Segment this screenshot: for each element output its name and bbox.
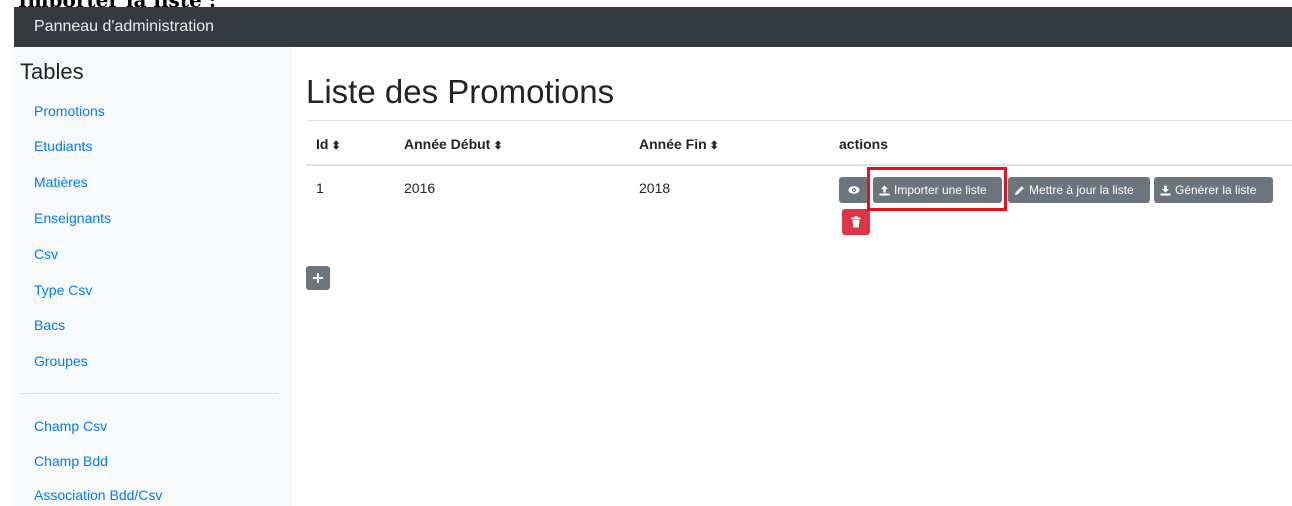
update-list-label: Mettre à jour la liste (1029, 183, 1134, 197)
page-title: Liste des Promotions (306, 73, 615, 110)
column-header-actions: actions (839, 136, 889, 152)
delete-button[interactable] (842, 209, 870, 235)
update-list-button[interactable]: Mettre à jour la liste (1008, 177, 1150, 203)
sidebar-item-bacs[interactable]: Bacs (34, 317, 65, 333)
sort-icon: ⬍ (331, 140, 341, 152)
sidebar-divider (20, 393, 278, 394)
generate-list-label: Générer la liste (1175, 183, 1257, 197)
highlight-box (867, 167, 1007, 211)
plus-icon (313, 273, 323, 283)
sort-icon: ⬍ (709, 140, 719, 152)
sidebar-item-etudiants[interactable]: Etudiants (34, 138, 92, 154)
sidebar-item-matieres[interactable]: Matières (34, 174, 88, 190)
add-promotion-button[interactable] (306, 266, 330, 290)
sidebar-item-csv[interactable]: Csv (34, 246, 58, 262)
cell-start-year: 2016 (404, 180, 436, 196)
top-navbar: Panneau d'administration (14, 7, 1292, 47)
eye-icon (848, 186, 860, 194)
sidebar-item-enseignants[interactable]: Enseignants (34, 210, 111, 226)
sidebar-item-champ-bdd[interactable]: Champ Bdd (34, 453, 108, 469)
sidebar-item-champ-csv[interactable]: Champ Csv (34, 418, 107, 434)
table-top-border (306, 120, 1292, 121)
sidebar-item-type-csv[interactable]: Type Csv (34, 282, 92, 298)
trash-icon (851, 216, 861, 228)
sidebar-heading: Tables (20, 59, 84, 84)
sidebar: Tables Promotions Etudiants Matières Ens… (14, 47, 292, 506)
view-button[interactable] (839, 177, 869, 203)
sidebar-item-association[interactable]: Association Bdd/Csv (34, 487, 162, 503)
sidebar-item-promotions[interactable]: Promotions (34, 103, 105, 119)
navbar-brand[interactable]: Panneau d'administration (34, 18, 214, 35)
main-content: Liste des Promotions Id ⬍ Année Début ⬍ An… (306, 47, 1292, 506)
sidebar-item-groupes[interactable]: Groupes (34, 353, 88, 369)
column-header-end[interactable]: Année Fin ⬍ (639, 136, 719, 152)
cell-id: 1 (316, 180, 324, 196)
column-header-start[interactable]: Année Début ⬍ (404, 136, 503, 152)
generate-list-button[interactable]: Générer la liste (1154, 177, 1273, 203)
sort-icon: ⬍ (493, 140, 503, 152)
table-header-border (306, 164, 1292, 166)
column-header-id[interactable]: Id ⬍ (316, 136, 341, 152)
download-icon (1160, 185, 1171, 195)
cell-end-year: 2018 (639, 180, 671, 196)
pencil-icon (1015, 185, 1024, 195)
